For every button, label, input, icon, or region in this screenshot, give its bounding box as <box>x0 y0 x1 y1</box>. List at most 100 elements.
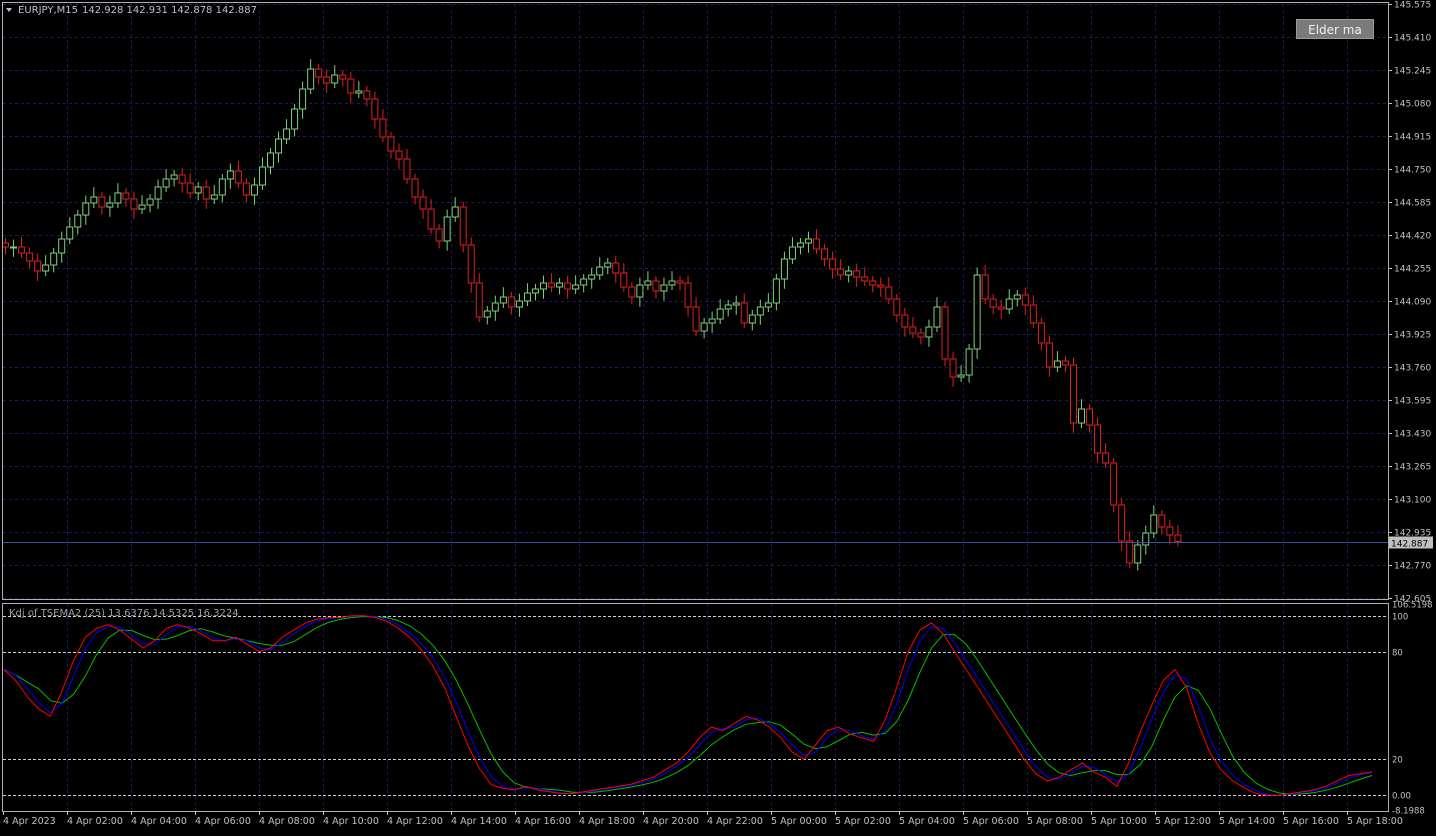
chart-window[interactable]: 145.575 145.410 145.245 145.080 144.915 144.7… <box>0 0 1436 832</box>
candle-body-bull <box>266 152 274 168</box>
candle-body-bull <box>82 202 90 216</box>
candle-body-bear <box>917 332 925 338</box>
indicator-series <box>3 615 1388 796</box>
candle-body-bear <box>829 258 837 270</box>
indicator-title: Kdj of TSEMA2 (25) 13.6376 14.5325 16.32… <box>9 608 239 619</box>
candle-body-bull <box>780 258 788 280</box>
symbol-dropdown-icon[interactable] <box>6 8 12 12</box>
candle-body-bull <box>162 178 170 188</box>
candle-body-bear <box>652 280 660 292</box>
price-axis-label: 145.575 <box>1394 1 1431 11</box>
candle-body-bear <box>363 90 371 100</box>
candle-body-bull <box>331 74 339 84</box>
chart-frame <box>2 2 1389 812</box>
chart-canvas[interactable]: 145.575 145.410 145.245 145.080 144.915 144.7… <box>0 0 1436 832</box>
candle-body-bull <box>483 310 491 318</box>
price-axis-label: 144.585 <box>1394 199 1431 209</box>
candle-body-bear <box>740 302 748 324</box>
k-line <box>3 615 1373 796</box>
candlestick-series <box>2 59 1182 571</box>
price-axis-label: 144.255 <box>1394 265 1431 275</box>
price-axis-label: 144.420 <box>1394 232 1431 242</box>
candle-body-bull <box>788 246 796 260</box>
elder-ma-button[interactable]: Elder ma <box>1296 19 1374 39</box>
candle-body-bull <box>226 170 234 180</box>
candle-body-bull <box>170 174 178 180</box>
price-axis-label: 144.915 <box>1394 133 1431 143</box>
candle-body-bear <box>684 282 692 308</box>
time-axis-label: 5 Apr 04:00 <box>899 816 955 827</box>
candle-body-bear <box>26 252 34 262</box>
candle-body-bear <box>981 274 989 300</box>
candle-body-bull <box>756 306 764 316</box>
candle-body-bear <box>909 326 917 334</box>
candle-body-bull <box>146 198 154 206</box>
price-axis-label: 143.430 <box>1394 430 1431 440</box>
time-axis-label: 4 Apr 14:00 <box>451 816 507 827</box>
candle-body-bear <box>122 192 130 200</box>
price-axis-label: 142.770 <box>1394 562 1431 572</box>
candle-body-bull <box>748 314 756 324</box>
candle-body-bull <box>965 348 973 376</box>
candle-body-bull <box>58 238 66 254</box>
candle-body-bear <box>1166 526 1174 536</box>
candle-body-bull <box>644 280 652 286</box>
candle-body-bull <box>154 186 162 200</box>
candle-body-bear <box>202 186 210 200</box>
candle-body-bull <box>596 266 604 276</box>
candle-body-bull <box>114 192 122 204</box>
candle-body-bull <box>275 138 283 154</box>
candle-body-bear <box>130 198 138 210</box>
price-axis-label: 145.245 <box>1394 67 1431 77</box>
candle-body-bull <box>10 246 18 249</box>
time-axis-label: 4 Apr 10:00 <box>323 816 379 827</box>
candle-body-bear <box>1061 360 1069 366</box>
indicator-axis-label: 80 <box>1392 649 1403 659</box>
price-axis-label: 143.760 <box>1394 364 1431 374</box>
candle-body-bear <box>877 284 885 288</box>
candle-body-bear <box>234 170 242 184</box>
candle-body-bear <box>395 150 403 160</box>
candle-body-bull <box>636 284 644 298</box>
candle-body-bull <box>772 278 780 304</box>
candle-body-bull <box>588 274 596 280</box>
candle-body-bull <box>796 242 804 248</box>
candle-body-bear <box>315 68 323 78</box>
candle-body-bear <box>1102 452 1110 464</box>
candle-body-bull <box>732 302 740 306</box>
price-axis-label: 143.100 <box>1394 496 1431 506</box>
price-axis-label: 143.925 <box>1394 331 1431 341</box>
candle-body-bear <box>612 262 620 274</box>
candle-body-bear <box>347 78 355 94</box>
candle-body-bull <box>805 238 812 244</box>
indicator-axis-label: 20 <box>1392 756 1403 766</box>
candle-body-bear <box>941 306 949 360</box>
candle-body-bull <box>700 322 708 332</box>
candle-body-bear <box>323 76 331 84</box>
candle-body-bull <box>443 216 451 242</box>
candle-body-bull <box>1013 294 1021 300</box>
price-axis-label: 143.265 <box>1394 463 1431 473</box>
candle-body-bull <box>523 292 531 302</box>
candle-body-bull <box>66 226 74 240</box>
candle-body-bull <box>925 326 933 338</box>
candle-body-bear <box>628 286 636 298</box>
candle-body-bull <box>764 302 772 308</box>
time-axis-label: 4 Apr 20:00 <box>643 816 699 827</box>
candle-body-bull <box>258 166 266 186</box>
time-axis-label: 4 Apr 08:00 <box>259 816 315 827</box>
candle-body-bull <box>90 196 98 204</box>
candle-body-bull <box>580 278 588 286</box>
candle-body-bear <box>475 282 483 318</box>
candle-body-bear <box>837 268 845 276</box>
candle-body-bull <box>933 306 941 328</box>
candle-body-bear <box>692 306 700 332</box>
candle-body-bear <box>34 260 42 272</box>
candle-body-bull <box>283 128 291 140</box>
candle-body-bull <box>716 308 724 320</box>
indicator-axis-label: 106.5198 <box>1392 601 1433 611</box>
candle-body-bull <box>491 302 499 312</box>
time-axis-label: 5 Apr 00:00 <box>771 816 827 827</box>
candle-body-bear <box>379 118 387 138</box>
time-axis-label: 5 Apr 18:00 <box>1347 816 1403 827</box>
